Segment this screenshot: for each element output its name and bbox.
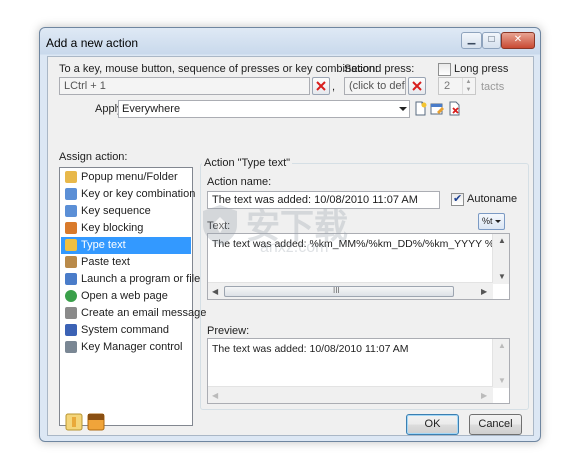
preview-content: The text was added: 10/08/2010 11:07 AM bbox=[212, 343, 409, 355]
key-combination-icon bbox=[65, 188, 77, 200]
tacts-value: 2 bbox=[444, 80, 451, 92]
text-editor[interactable]: The text was added: %km_MM%/%km_DD%/%km_… bbox=[207, 233, 510, 300]
insert-macro-button[interactable]: %t bbox=[478, 213, 505, 230]
assign-action-label: Assign action: bbox=[59, 151, 128, 163]
title-bar[interactable]: Add a new action ▁ □ ✕ bbox=[40, 28, 540, 56]
scroll-left-icon[interactable]: ◀ bbox=[212, 287, 218, 296]
text-editor-content: The text was added: %km_MM%/%km_DD%/%km_… bbox=[212, 238, 493, 250]
clear-key-button[interactable] bbox=[312, 77, 330, 95]
text-vertical-scrollbar[interactable]: ▲ ▼ bbox=[492, 234, 509, 284]
list-item-key-manager-control[interactable]: Key Manager control bbox=[61, 339, 191, 356]
key-sequence-icon bbox=[65, 205, 77, 217]
launch-program-icon bbox=[65, 273, 77, 285]
web-page-icon bbox=[65, 290, 77, 302]
list-item-paste-text[interactable]: Paste text bbox=[61, 254, 191, 271]
action-name-field[interactable]: The text was added: 10/08/2010 11:07 AM bbox=[207, 191, 440, 209]
scroll-right-icon[interactable]: ▶ bbox=[481, 287, 487, 296]
list-item-popup-menu[interactable]: Popup menu/Folder bbox=[61, 169, 191, 186]
action-group-title: Action "Type text" bbox=[202, 157, 293, 169]
system-command-icon bbox=[65, 324, 77, 336]
preview-horizontal-scrollbar[interactable]: ◀ ▶ bbox=[208, 386, 493, 403]
folder-menu-icon bbox=[65, 171, 77, 183]
scroll-grip: III bbox=[333, 286, 340, 295]
tacts-label: tacts bbox=[481, 81, 505, 93]
preview-box: The text was added: 10/08/2010 11:07 AM … bbox=[207, 338, 510, 404]
list-item-type-text[interactable]: Type text bbox=[61, 237, 191, 254]
clear-x-icon bbox=[412, 81, 422, 91]
email-icon bbox=[65, 307, 77, 319]
list-item-launch-program[interactable]: Launch a program or file bbox=[61, 271, 200, 288]
clear-second-press-button[interactable] bbox=[408, 77, 426, 95]
text-horizontal-scrollbar[interactable]: ◀ III ▶ bbox=[208, 282, 493, 299]
scroll-right-icon[interactable]: ▶ bbox=[481, 391, 487, 400]
key-field[interactable]: LCtrl + 1 bbox=[59, 77, 310, 95]
scroll-up-icon[interactable]: ▲ bbox=[498, 341, 506, 350]
long-press-checkbox[interactable] bbox=[438, 63, 451, 76]
chevron-down-icon bbox=[495, 220, 501, 223]
paste-text-icon bbox=[65, 256, 77, 268]
scroll-down-icon[interactable]: ▼ bbox=[498, 272, 506, 281]
ok-button[interactable]: OK bbox=[406, 414, 459, 435]
dialog-client-area: To a key, mouse button, sequence of pres… bbox=[47, 56, 534, 436]
autoname-label: Autoname bbox=[467, 193, 518, 205]
list-item-email[interactable]: Create an email message bbox=[61, 305, 206, 322]
horizontal-scroll-thumb[interactable]: III bbox=[224, 286, 454, 297]
tacts-spinner[interactable]: 2 ▲ ▼ bbox=[438, 77, 476, 95]
delete-app-list-icon[interactable] bbox=[447, 101, 462, 116]
type-text-icon bbox=[65, 239, 77, 251]
maximize-button[interactable]: □ bbox=[482, 32, 501, 49]
edit-app-list-icon[interactable] bbox=[430, 101, 445, 116]
add-action-dialog: Add a new action ▁ □ ✕ To a key, mouse b… bbox=[39, 27, 541, 442]
minimize-button[interactable]: ▁ bbox=[461, 32, 482, 49]
close-button[interactable]: ✕ bbox=[501, 32, 535, 49]
second-press-field[interactable]: (click to define) bbox=[344, 77, 406, 95]
key-manager-logo-icon[interactable] bbox=[87, 413, 105, 431]
preview-label: Preview: bbox=[207, 325, 250, 337]
text-label: Text: bbox=[207, 220, 231, 232]
help-icon[interactable] bbox=[65, 413, 83, 431]
scroll-up-icon[interactable]: ▲ bbox=[498, 236, 506, 245]
key-blocking-icon bbox=[65, 222, 77, 234]
clear-x-icon bbox=[316, 81, 326, 91]
window-title: Add a new action bbox=[46, 36, 139, 50]
key-label: To a key, mouse button, sequence of pres… bbox=[59, 63, 378, 75]
list-item-web-page[interactable]: Open a web page bbox=[61, 288, 191, 305]
key-manager-icon bbox=[65, 341, 77, 353]
autoname-checkbox[interactable] bbox=[451, 192, 464, 206]
action-name-label: Action name: bbox=[207, 176, 272, 188]
list-item-system-command[interactable]: System command bbox=[61, 322, 191, 339]
preview-vertical-scrollbar[interactable]: ▲ ▼ bbox=[492, 339, 509, 388]
apply-value: Everywhere bbox=[122, 103, 181, 115]
new-app-list-icon[interactable] bbox=[413, 101, 428, 116]
scroll-left-icon[interactable]: ◀ bbox=[212, 391, 218, 400]
chevron-down-icon bbox=[399, 107, 407, 111]
list-item-key-sequence[interactable]: Key sequence bbox=[61, 203, 191, 220]
cancel-button[interactable]: Cancel bbox=[469, 414, 522, 435]
list-item-key-blocking[interactable]: Key blocking bbox=[61, 220, 191, 237]
action-type-list[interactable]: Popup menu/Folder Key or key combination… bbox=[59, 167, 206, 426]
scroll-down-icon[interactable]: ▼ bbox=[498, 376, 506, 385]
long-press-label: Long press bbox=[454, 63, 509, 75]
apply-dropdown[interactable]: Everywhere bbox=[118, 100, 410, 118]
comma-separator: , bbox=[332, 81, 336, 93]
spinner-arrows-icon[interactable]: ▲ ▼ bbox=[462, 78, 474, 94]
second-press-label: Second press: bbox=[344, 63, 415, 75]
list-item-key-combination[interactable]: Key or key combination bbox=[61, 186, 195, 203]
